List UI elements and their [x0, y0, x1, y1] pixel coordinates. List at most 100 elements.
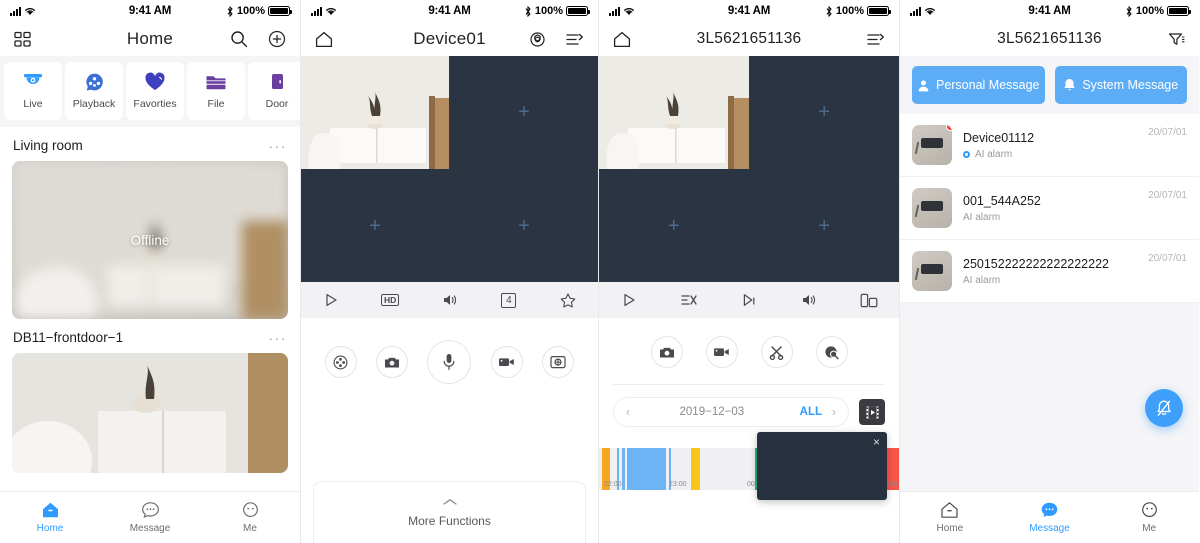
- quick-item-live[interactable]: Live: [4, 62, 62, 120]
- filter-icon[interactable]: [1168, 32, 1185, 47]
- home-outline-icon[interactable]: [613, 31, 631, 48]
- volume-icon[interactable]: [779, 293, 839, 307]
- channel-count-label: 4: [501, 292, 517, 308]
- device-preview-db11[interactable]: [12, 353, 288, 473]
- tab-message[interactable]: Message: [100, 501, 200, 534]
- play-icon[interactable]: [599, 293, 659, 307]
- video-cell-empty[interactable]: +: [301, 169, 449, 282]
- video-icon[interactable]: [490, 346, 523, 378]
- camera-icon[interactable]: [650, 336, 683, 368]
- hd-icon[interactable]: HD: [360, 293, 419, 307]
- device-preview-living-room[interactable]: Offline: [12, 161, 288, 319]
- message-body: Personal Message System Message Device01…: [900, 56, 1199, 491]
- message-title: Device01112: [963, 130, 1035, 145]
- list-item[interactable]: 001_544A252 AI alarm 20/07/01: [900, 177, 1199, 240]
- tab-me[interactable]: Me: [1099, 501, 1199, 534]
- quick-access-bar: Live Playback Favorties File Door: [0, 56, 300, 127]
- bell-icon: [1063, 78, 1076, 92]
- door-icon: [269, 72, 286, 92]
- tab-home[interactable]: Home: [0, 501, 100, 534]
- close-icon[interactable]: ×: [873, 436, 880, 448]
- scissors-icon[interactable]: [760, 336, 793, 368]
- play-icon[interactable]: [301, 293, 360, 307]
- message-subtitle: AI alarm: [963, 211, 1001, 223]
- device-round-buttons: [301, 318, 598, 384]
- camera-snapshot: [599, 56, 749, 169]
- channel-4-icon[interactable]: 4: [479, 292, 538, 308]
- plus-circle-icon[interactable]: [268, 30, 286, 48]
- next-day-button[interactable]: ›: [832, 405, 836, 419]
- chevron-up-icon: [442, 498, 458, 506]
- gear-icon[interactable]: [529, 31, 546, 48]
- video-grid-playback: + + +: [599, 56, 899, 282]
- tabbar-home: Home Message Me: [0, 491, 300, 543]
- device-name: Living room: [13, 138, 83, 153]
- message-list: Device01112 AI alarm 20/07/01 001_544A25…: [900, 114, 1199, 303]
- camera-icon[interactable]: [376, 346, 409, 378]
- video-cell-live[interactable]: [301, 56, 449, 169]
- grid-icon[interactable]: [14, 31, 31, 48]
- timeline-segment: [691, 448, 701, 490]
- add-channel-icon: +: [518, 214, 530, 237]
- list-icon[interactable]: [566, 32, 584, 47]
- hd-label: HD: [380, 293, 400, 307]
- quick-item-favorties[interactable]: Favorties: [126, 62, 184, 120]
- tab-system-message[interactable]: System Message: [1054, 66, 1187, 104]
- navbar-device-actions: [529, 31, 584, 48]
- timeline-preview-popup[interactable]: ×: [757, 432, 887, 500]
- list-item[interactable]: Device01112 AI alarm 20/07/01: [900, 114, 1199, 177]
- video-cell-empty[interactable]: +: [450, 56, 598, 169]
- battery-percent: 100%: [236, 5, 265, 17]
- message-subtitle-row: AI alarm: [963, 212, 1137, 223]
- snapshot-icon[interactable]: [542, 346, 575, 378]
- alarm-status-dot: [963, 150, 970, 158]
- more-functions-card[interactable]: More Functions: [313, 481, 586, 543]
- clip-search-icon[interactable]: [815, 336, 848, 368]
- navbar-home: Home: [0, 22, 300, 56]
- volume-icon[interactable]: [420, 293, 479, 307]
- selected-date: 2019−12−03: [679, 406, 745, 418]
- tab-home[interactable]: Home: [900, 501, 1000, 534]
- quick-item-file[interactable]: File: [187, 62, 245, 120]
- message-subtitle-row: AI alarm: [963, 275, 1137, 286]
- quick-item-label: Playback: [72, 98, 116, 110]
- ptz-icon[interactable]: [324, 346, 357, 378]
- video-cell-empty[interactable]: +: [450, 169, 598, 282]
- navbar-message: 3L5621651136: [900, 22, 1199, 56]
- tab-me[interactable]: Me: [200, 501, 300, 534]
- device-menu-icon[interactable]: ···: [269, 139, 288, 153]
- video-cell-live[interactable]: [599, 56, 749, 169]
- device-menu-icon[interactable]: ···: [269, 331, 288, 345]
- video-cell-empty[interactable]: +: [599, 169, 749, 282]
- video-cell-empty[interactable]: +: [749, 56, 899, 169]
- tab-message[interactable]: Message: [1000, 501, 1100, 534]
- status-bar-device: 9:41 AM 100%: [301, 0, 598, 22]
- star-icon[interactable]: [539, 292, 598, 308]
- add-channel-icon: +: [818, 101, 831, 124]
- date-selector[interactable]: ‹ 2019−12−03 ALL ›: [613, 397, 849, 427]
- video-cell-empty[interactable]: +: [749, 169, 899, 282]
- message-thumbnail: [912, 188, 952, 228]
- frame-step-icon[interactable]: [719, 293, 779, 307]
- home-icon: [941, 502, 958, 518]
- playback-timeline[interactable]: 22:00 23:00 00:00 01:00 ×: [599, 432, 899, 500]
- bell-off-icon[interactable]: [1145, 389, 1183, 427]
- message-time: 20/07/01: [1148, 127, 1187, 138]
- video-icon[interactable]: [705, 336, 738, 368]
- playback-icon: [84, 72, 105, 92]
- tab-personal-message[interactable]: Personal Message: [912, 66, 1045, 104]
- quick-item-label: Door: [265, 98, 289, 110]
- stop-x-icon[interactable]: [659, 293, 719, 307]
- playback-control-row: [599, 282, 899, 318]
- all-filter-button[interactable]: ALL: [800, 406, 822, 418]
- film-icon[interactable]: [859, 399, 885, 425]
- split-screen-icon[interactable]: [839, 293, 899, 308]
- list-item[interactable]: 250152222222222222222 AI alarm 20/07/01: [900, 240, 1199, 303]
- list-icon[interactable]: [867, 32, 885, 47]
- quick-item-door[interactable]: Door: [248, 62, 300, 120]
- message-thumbnail: [912, 125, 952, 165]
- home-outline-icon[interactable]: [315, 31, 333, 48]
- mic-icon[interactable]: [427, 340, 472, 384]
- search-icon[interactable]: [230, 30, 248, 48]
- quick-item-playback[interactable]: Playback: [65, 62, 123, 120]
